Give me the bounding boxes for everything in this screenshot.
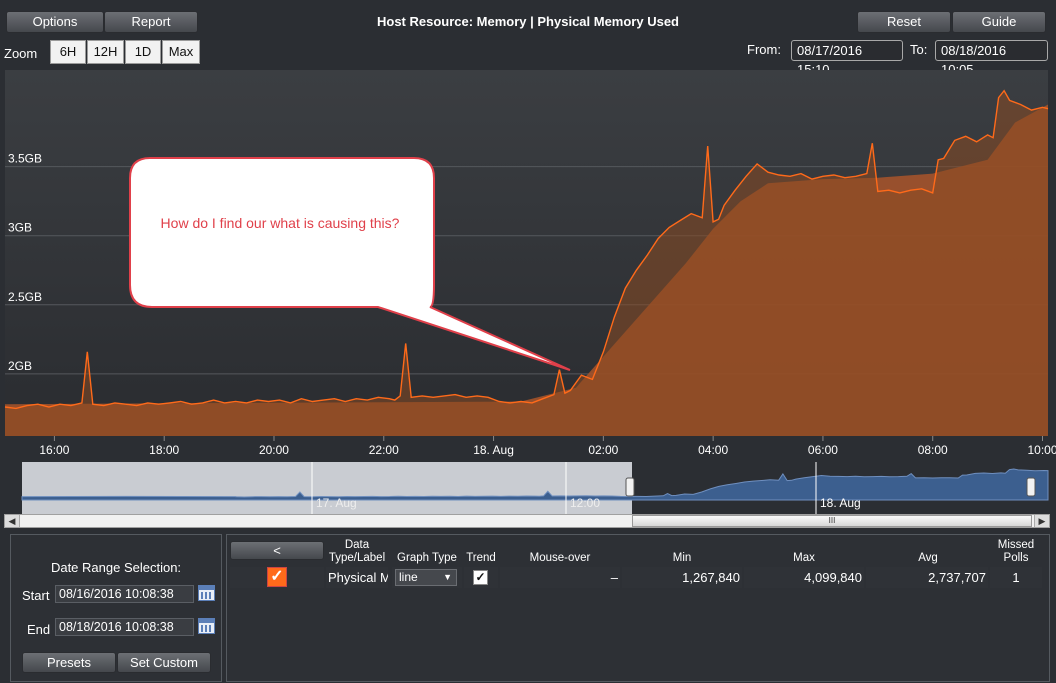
navigator-tick-label: 18. Aug: [820, 496, 861, 510]
header-missed-polls: Missed Polls: [997, 539, 1035, 564]
to-label: To:: [910, 42, 928, 57]
header-min: Min: [672, 552, 692, 564]
header-graph-type: Graph Type: [397, 552, 457, 564]
x-tick-label: 04:00: [698, 443, 728, 457]
y-tick-label: 2.5GB: [8, 290, 42, 304]
date-range-heading: Date Range Selection:: [50, 560, 182, 575]
row-mouse-over: –: [500, 567, 620, 588]
navigator-tick-label: 12:00: [570, 496, 600, 510]
end-calendar-icon[interactable]: [198, 618, 215, 634]
scrollbar[interactable]: ◀ III ▶: [4, 514, 1050, 528]
y-tick-label: 2GB: [8, 359, 32, 373]
navigator-tick-label: 17. Aug: [316, 496, 357, 510]
graph-type-select[interactable]: line ▼: [395, 569, 457, 586]
options-button[interactable]: Options: [6, 11, 104, 33]
row-label: Physical M: [326, 567, 388, 588]
memory-chart[interactable]: 2GB 2.5GB 3GB 3.5GB 16:00 18:00 20:00 22:00 18.…: [0, 70, 1056, 462]
zoom-6h-button[interactable]: 6H: [50, 40, 86, 64]
x-tick-label: 18. Aug: [473, 443, 514, 457]
header-trend: Trend: [466, 552, 496, 564]
x-tick-label: 18:00: [149, 443, 179, 457]
chevron-down-icon: ▼: [443, 572, 452, 582]
navigator-handle-right[interactable]: [1026, 477, 1036, 497]
scroll-thumb[interactable]: III: [632, 515, 1032, 527]
row-missed-polls: 1: [990, 567, 1042, 588]
from-date-input[interactable]: 08/17/2016 15:10: [791, 40, 903, 77]
header-avg: Avg: [918, 552, 938, 564]
trend-checkbox[interactable]: ✓: [473, 570, 488, 585]
to-date-input[interactable]: 08/18/2016 10:05: [935, 40, 1048, 77]
x-tick-label: 02:00: [588, 443, 618, 457]
row-avg: 2,737,707: [866, 567, 988, 588]
x-tick-label: 22:00: [369, 443, 399, 457]
callout-text: How do I find our what is causing this?: [160, 215, 400, 231]
from-label: From:: [747, 42, 781, 57]
end-label: End: [27, 622, 51, 637]
navigator[interactable]: 17. Aug 12:00 18. Aug: [0, 462, 1056, 514]
reset-button[interactable]: Reset: [857, 11, 951, 33]
zoom-label: Zoom: [4, 46, 38, 61]
x-tick-label: 20:00: [259, 443, 289, 457]
x-tick-label: 06:00: [808, 443, 838, 457]
report-button[interactable]: Report: [104, 11, 198, 33]
set-custom-button[interactable]: Set Custom: [117, 652, 211, 673]
table-back-button[interactable]: <: [230, 541, 324, 560]
x-tick-label: 08:00: [918, 443, 948, 457]
navigator-handle-left[interactable]: [625, 477, 635, 497]
guide-button[interactable]: Guide: [952, 11, 1046, 33]
zoom-1d-button[interactable]: 1D: [125, 40, 161, 64]
x-tick-label: 16:00: [39, 443, 69, 457]
scroll-left-button[interactable]: ◀: [5, 515, 20, 527]
start-date-input[interactable]: 08/16/2016 10:08:38: [55, 585, 194, 603]
zoom-max-button[interactable]: Max: [162, 40, 200, 64]
presets-button[interactable]: Presets: [22, 652, 116, 673]
row-min: 1,267,840: [622, 567, 742, 588]
page-title: Host Resource: Memory | Physical Memory …: [376, 14, 679, 29]
y-tick-label: 3.5GB: [8, 152, 42, 166]
y-tick-label: 3GB: [8, 221, 32, 235]
header-max: Max: [793, 552, 815, 564]
series-visible-checkbox[interactable]: ✓: [267, 567, 287, 587]
end-date-input[interactable]: 08/18/2016 10:08:38: [55, 618, 194, 636]
header-mouse-over: Mouse-over: [529, 552, 591, 564]
zoom-12h-button[interactable]: 12H: [87, 40, 124, 64]
row-max: 4,099,840: [744, 567, 864, 588]
start-label: Start: [22, 588, 50, 603]
x-tick-label: 10:00: [1027, 443, 1056, 457]
start-calendar-icon[interactable]: [198, 585, 215, 601]
header-data-type: Data Type/Label: [328, 539, 386, 564]
graph-type-value: line: [399, 570, 418, 584]
scroll-right-button[interactable]: ▶: [1034, 515, 1049, 527]
